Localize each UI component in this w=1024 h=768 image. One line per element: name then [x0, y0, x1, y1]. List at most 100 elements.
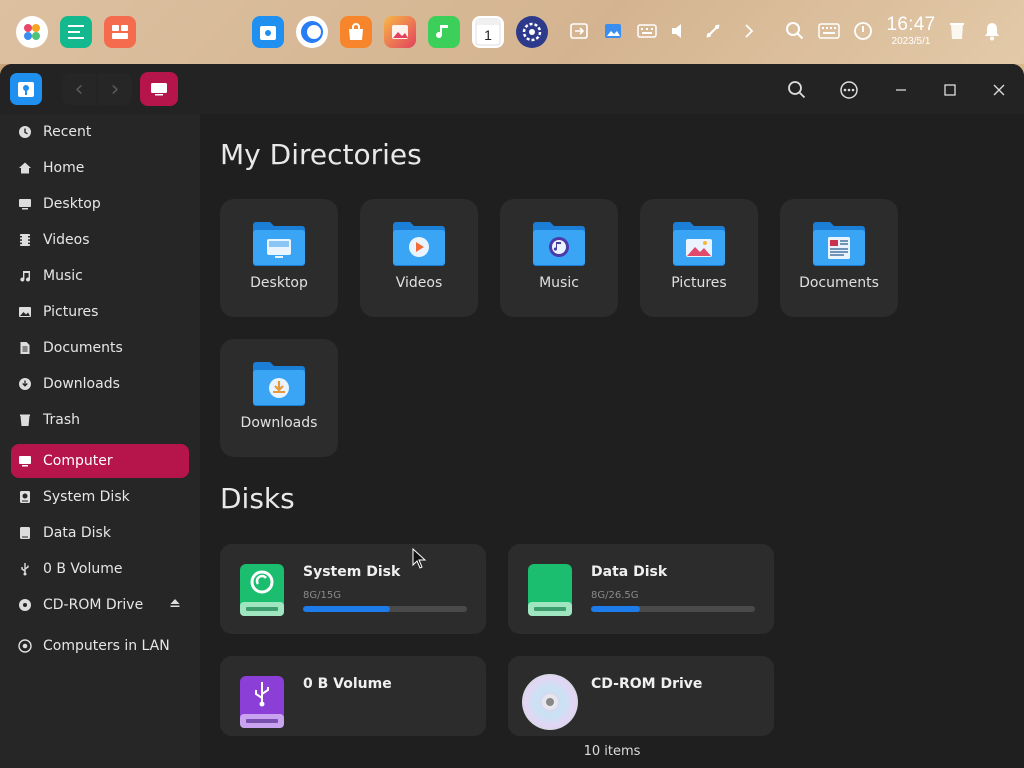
title-bar: ‹ › [0, 64, 1024, 114]
sidebar-item-computers-in-lan[interactable]: Computers in LAN [11, 629, 189, 663]
sidebar-item-label: System Disk [43, 489, 130, 505]
sidebar-item-documents[interactable]: Documents [11, 331, 189, 365]
desktop-icon [17, 196, 33, 212]
calendar-icon[interactable]: 1 [472, 16, 504, 48]
multitasking-icon[interactable] [104, 16, 136, 48]
sidebar-item-label: Home [43, 160, 85, 176]
directory-documents[interactable]: Documents [780, 199, 898, 317]
directory-downloads[interactable]: Downloads [220, 339, 338, 457]
sidebar-item-downloads[interactable]: Downloads [11, 367, 189, 401]
home-icon [17, 160, 33, 176]
directory-pictures[interactable]: Pictures [640, 199, 758, 317]
mouse-cursor-icon [412, 548, 427, 569]
network-globe-icon [17, 638, 33, 654]
maximize-icon [944, 84, 956, 96]
sidebar-item-data-disk[interactable]: Data Disk [11, 516, 189, 550]
computer-location-button[interactable] [140, 72, 178, 106]
directory-desktop[interactable]: Desktop [220, 199, 338, 317]
directory-label: Desktop [250, 275, 308, 291]
app-logo-icon [10, 73, 42, 105]
usb-volume-icon [240, 676, 284, 728]
disk-card-system[interactable]: System Disk 8G/15G [220, 544, 486, 634]
svg-text:1: 1 [484, 27, 492, 43]
forward-button[interactable]: › [98, 73, 132, 105]
search-icon[interactable] [784, 20, 806, 42]
deepin-editor-icon[interactable] [60, 16, 92, 48]
directory-label: Pictures [671, 275, 727, 291]
sidebar-item-pictures[interactable]: Pictures [11, 295, 189, 329]
videos-folder-icon [393, 222, 445, 266]
sidebar-item-label: Pictures [43, 304, 99, 320]
directory-label: Documents [799, 275, 879, 291]
network-icon[interactable] [702, 20, 724, 42]
sidebar-item-usb-volume[interactable]: 0 B Volume [11, 552, 189, 586]
maximize-button[interactable] [939, 79, 961, 101]
directory-music[interactable]: Music [500, 199, 618, 317]
downloads-folder-icon [253, 362, 305, 406]
sidebar-item-trash[interactable]: Trash [11, 403, 189, 437]
disk-name: CD-ROM Drive [591, 676, 703, 692]
music-player-icon[interactable] [428, 16, 460, 48]
disk-card-data[interactable]: Data Disk 8G/26.5G [508, 544, 774, 634]
sidebar-item-music[interactable]: Music [11, 259, 189, 293]
settings-icon[interactable] [516, 16, 548, 48]
sidebar-item-system-disk[interactable]: System Disk [11, 480, 189, 514]
keyboard-tray-icon[interactable] [636, 20, 658, 42]
directories-heading: My Directories [220, 138, 422, 171]
eject-icon[interactable] [169, 597, 181, 613]
clock[interactable]: 16:47 2023/5/1 [884, 14, 938, 48]
disk-name: System Disk [303, 564, 401, 580]
clock-date: 2023/5/1 [891, 36, 931, 47]
notification-bell-icon[interactable] [981, 20, 1003, 42]
usb-icon [17, 561, 33, 577]
sidebar-item-videos[interactable]: Videos [11, 223, 189, 257]
trash-tray-icon[interactable] [946, 20, 968, 42]
close-button[interactable] [988, 79, 1010, 101]
disc-icon [17, 597, 33, 613]
cdrom-disc-icon [522, 674, 578, 730]
pictures-folder-icon [673, 222, 725, 266]
chevron-right-icon[interactable] [738, 20, 760, 42]
onscreen-keyboard-icon[interactable] [818, 20, 840, 42]
directory-videos[interactable]: Videos [360, 199, 478, 317]
disk-name: Data Disk [591, 564, 668, 580]
volume-icon[interactable] [668, 20, 690, 42]
file-manager-icon[interactable] [252, 16, 284, 48]
sidebar-item-label: CD-ROM Drive [43, 597, 144, 613]
back-button[interactable]: ‹ [62, 73, 96, 105]
launcher-icon[interactable] [16, 16, 48, 48]
clipboard-icon[interactable] [568, 20, 590, 42]
system-disk-icon [240, 564, 284, 616]
top-dock: 1 16:47 2023/5/1 [0, 0, 1024, 64]
minimize-button[interactable] [890, 79, 912, 101]
search-button[interactable] [786, 79, 808, 101]
sidebar-item-label: Computers in LAN [43, 638, 170, 654]
disk-card-cdrom[interactable]: CD-ROM Drive [508, 656, 774, 736]
desktop-folder-icon [253, 222, 305, 266]
screenshot-icon[interactable] [602, 20, 624, 42]
clock-icon [17, 124, 33, 140]
more-icon [840, 81, 858, 99]
sidebar-item-home[interactable]: Home [11, 151, 189, 185]
download-icon [17, 376, 33, 392]
sidebar-item-label: Computer [43, 453, 113, 469]
power-icon[interactable] [852, 20, 874, 42]
trash-icon [17, 412, 33, 428]
disk-name: 0 B Volume [303, 676, 392, 692]
disk-card-usb-volume[interactable]: 0 B Volume [220, 656, 486, 736]
search-icon [788, 81, 806, 99]
sidebar-item-desktop[interactable]: Desktop [11, 187, 189, 221]
sidebar-item-label: Videos [43, 232, 90, 248]
sidebar-item-cdrom[interactable]: CD-ROM Drive [11, 588, 189, 622]
app-store-icon[interactable] [340, 16, 372, 48]
close-icon [993, 84, 1005, 96]
sidebar-item-label: Music [43, 268, 83, 284]
more-options-button[interactable] [838, 79, 860, 101]
sidebar-item-recent[interactable]: Recent [11, 115, 189, 149]
disk-size: 8G/15G [303, 590, 341, 601]
disks-heading: Disks [220, 482, 295, 515]
sidebar-item-computer[interactable]: Computer [11, 444, 189, 478]
system-disk-icon [17, 489, 33, 505]
image-viewer-icon[interactable] [384, 16, 416, 48]
browser-icon[interactable] [296, 16, 328, 48]
